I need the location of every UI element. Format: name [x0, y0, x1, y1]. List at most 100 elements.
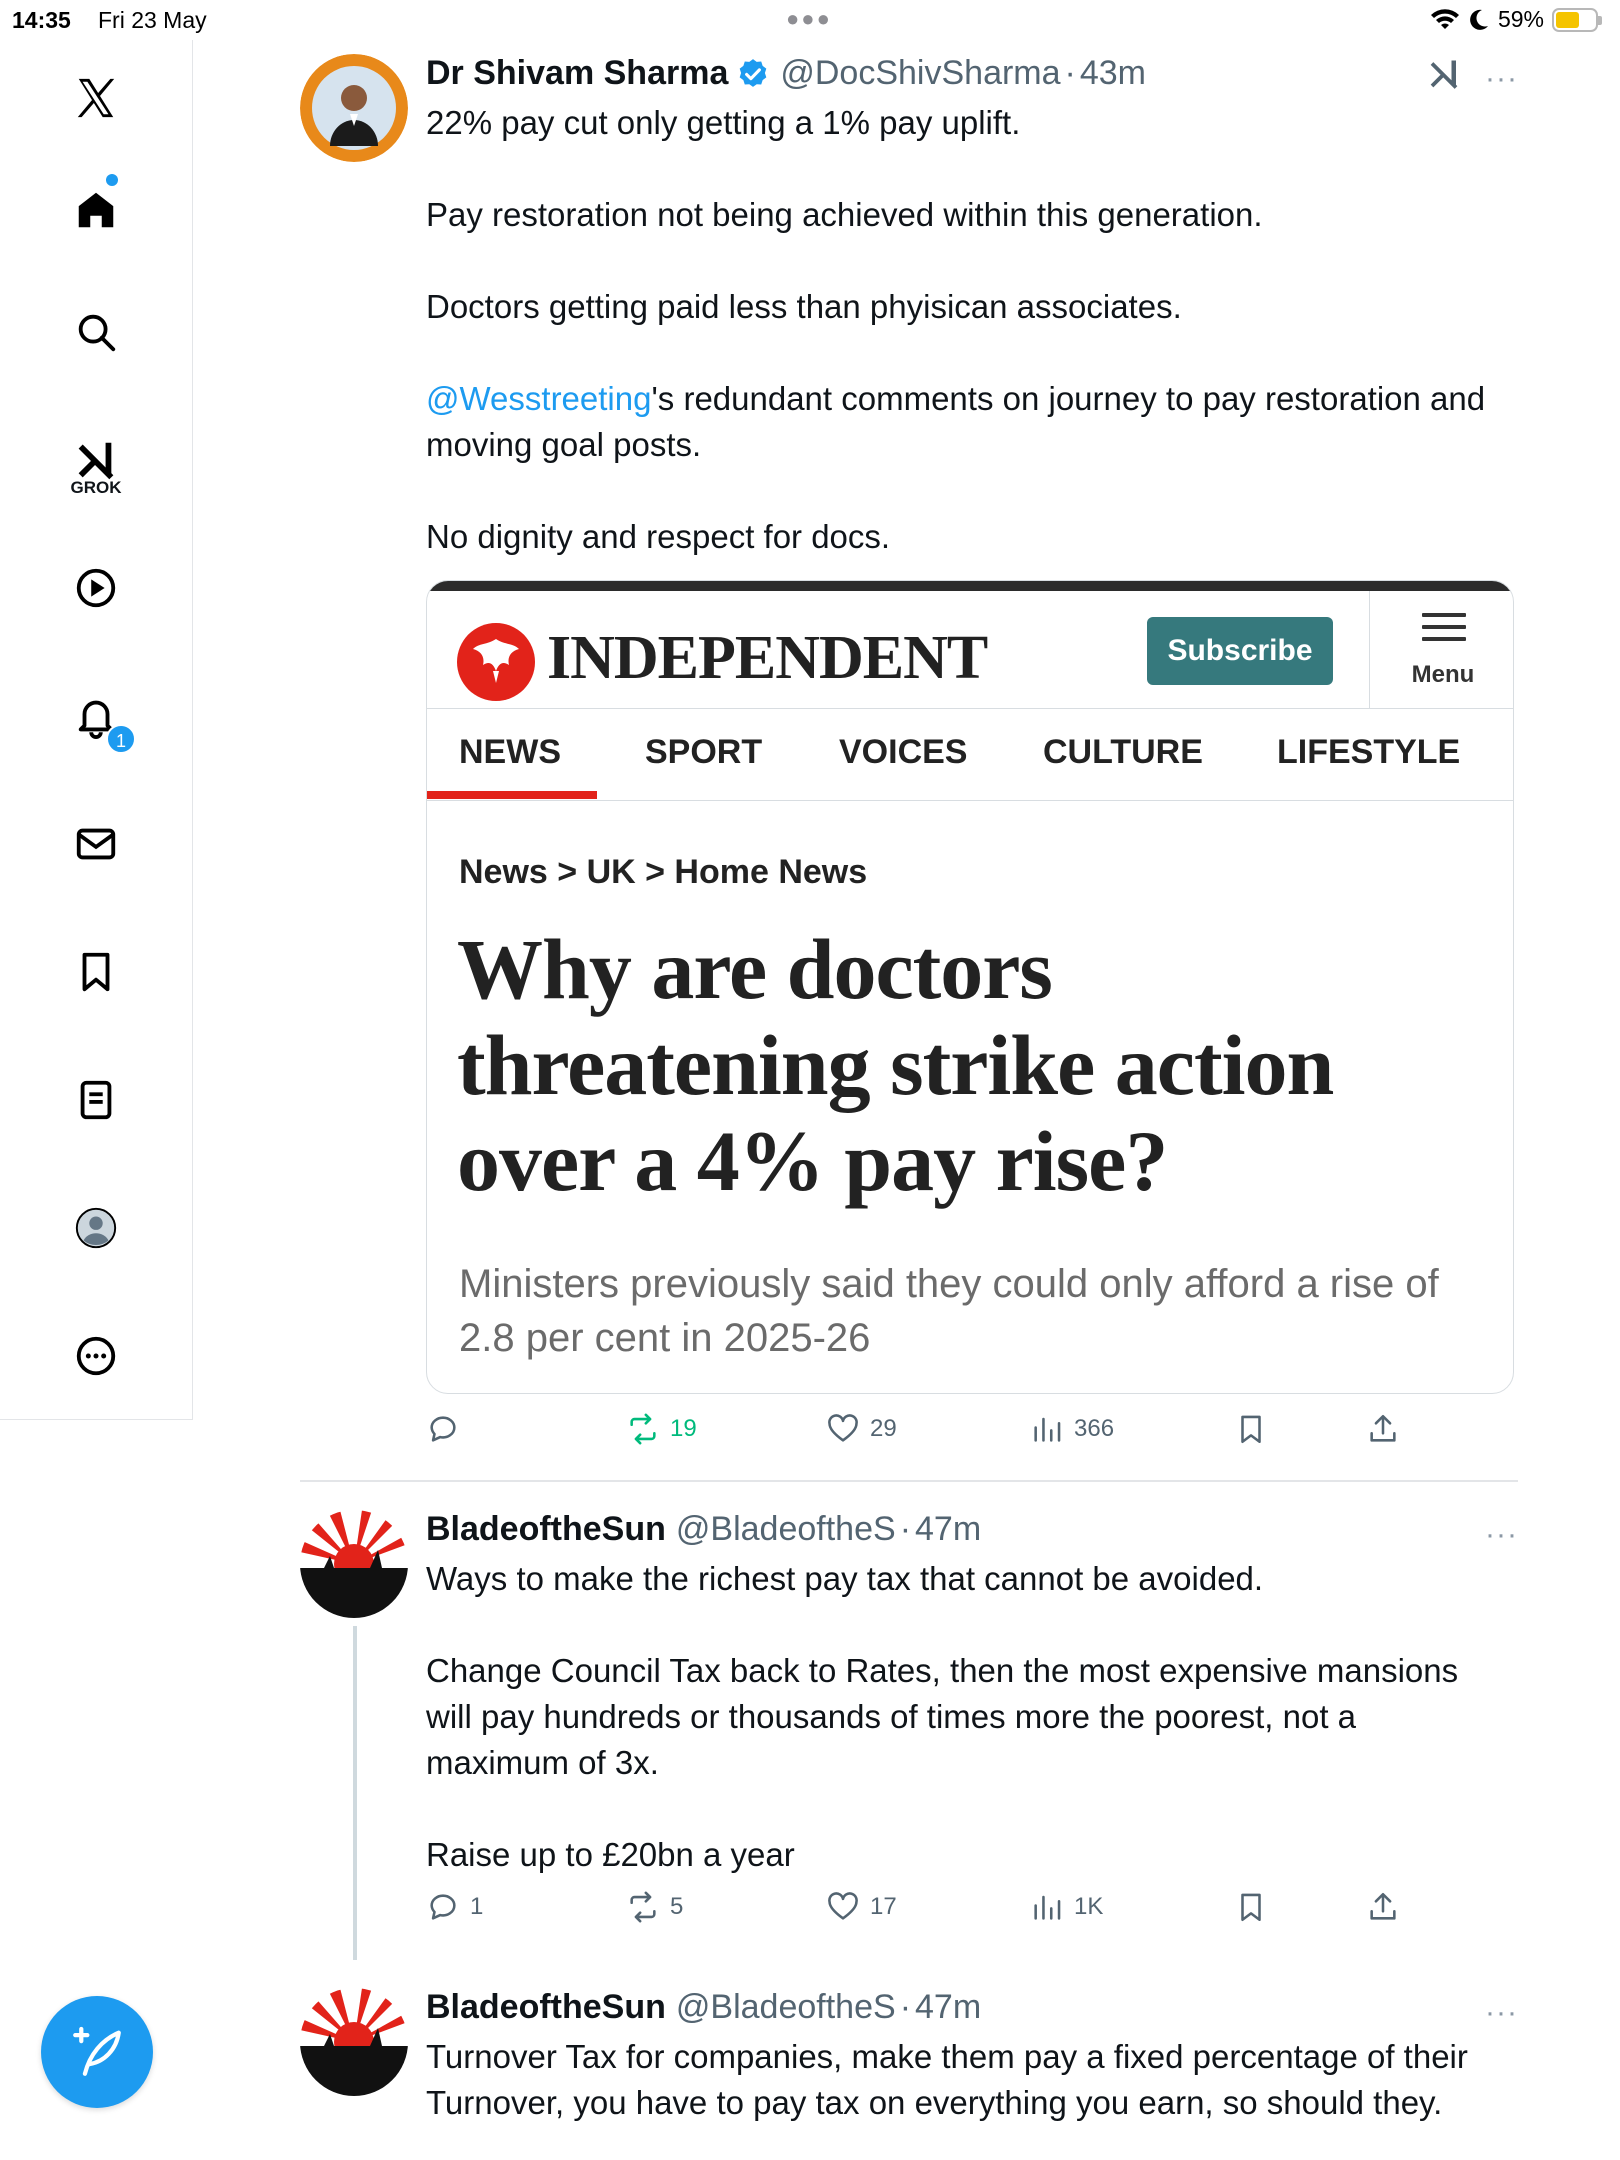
bookmark-button[interactable] [1234, 1412, 1268, 1446]
grok-explain-icon[interactable] [1426, 56, 1462, 92]
repost-button[interactable]: 19 [626, 1412, 697, 1446]
avatar[interactable] [300, 1988, 408, 2096]
nav-sport[interactable]: SPORT [645, 733, 762, 772]
tweet-line: Ways to make the richest pay tax that ca… [426, 1560, 1264, 1597]
article-standfirst: Ministers previously said they could onl… [459, 1262, 1439, 1360]
author-handle[interactable]: @DocShivSharma [780, 54, 1060, 93]
more-icon[interactable] [64, 1324, 128, 1388]
nav-culture[interactable]: CULTURE [1043, 733, 1203, 772]
avatar[interactable] [300, 1510, 408, 1618]
tweet-text: 22% pay cut only getting a 1% pay uplift… [426, 100, 1486, 560]
post-time[interactable]: 43m [1080, 54, 1146, 93]
status-bar: 14:35 Fri 23 May ●●● 59% [0, 0, 1620, 40]
tweet-line: Raise up to £20bn a year [426, 1836, 795, 1873]
wifi-icon [1430, 8, 1459, 29]
eagle-logo-icon [457, 623, 535, 701]
feather-plus-icon [73, 2026, 121, 2076]
profile-icon[interactable] [64, 1196, 128, 1260]
battery-icon [1552, 7, 1602, 32]
reply-icon [430, 1894, 456, 1920]
like-count: 29 [870, 1415, 897, 1442]
bookmark-icon[interactable] [64, 940, 128, 1004]
menu-button[interactable]: Menu [1369, 591, 1513, 709]
separator-dot: · [899, 1510, 912, 1548]
publication-name: INDEPENDENT [547, 624, 988, 692]
home-notification-dot [106, 174, 118, 186]
compose-post-button[interactable] [41, 1996, 153, 2108]
nav-voices[interactable]: VOICES [839, 733, 967, 772]
tweet[interactable]: BladeoftheSun @BladeoftheS · 47m ··· Way… [300, 1510, 1518, 1930]
heart-icon [828, 1892, 858, 1920]
tweet-line: @Wesstreeting's redundant comments on jo… [426, 376, 1486, 468]
post-time[interactable]: 47m [915, 1988, 981, 2027]
heart-icon [828, 1414, 858, 1442]
tweet-line: Pay restoration not being achieved withi… [426, 196, 1263, 233]
mail-icon[interactable] [64, 812, 128, 876]
views-button[interactable]: 366 [1030, 1412, 1114, 1446]
tweet-line: No dignity and respect for docs. [426, 518, 891, 555]
post-time[interactable]: 47m [915, 1510, 981, 1549]
clock: 14:35 [12, 7, 71, 33]
repost-icon [630, 1891, 656, 1923]
tweet[interactable]: BladeoftheSun @BladeoftheS · 47m ··· Tur… [300, 1988, 1518, 2160]
nav-lifestyle[interactable]: LIFESTYLE [1277, 733, 1460, 772]
like-button[interactable]: 29 [826, 1412, 897, 1446]
more-options-icon[interactable]: ··· [1485, 1518, 1518, 1552]
author-handle[interactable]: @BladeoftheS [676, 1988, 896, 2027]
tweet-line: 22% pay cut only getting a 1% pay uplift… [426, 104, 1021, 141]
reply-button[interactable]: 1 [426, 1890, 483, 1924]
multitasking-dots-icon[interactable]: ●●● [786, 6, 832, 32]
battery-percent: 59% [1497, 6, 1544, 32]
subscribe-button[interactable]: Subscribe [1147, 617, 1333, 685]
menu-label: Menu [1411, 661, 1475, 688]
hamburger-icon [1422, 613, 1466, 649]
search-icon[interactable] [64, 300, 128, 364]
more-options-icon[interactable]: ··· [1485, 62, 1518, 96]
article-headline: Why are doctors threatening strike actio… [457, 921, 1334, 1209]
author-handle[interactable]: @BladeoftheS [676, 1510, 896, 1549]
tweet-text: Turnover Tax for companies, make them pa… [426, 2034, 1486, 2126]
tweet-line: Change Council Tax back to Rates, then t… [426, 1652, 1459, 1781]
views-button[interactable]: 1K [1030, 1890, 1103, 1924]
sidebar: GROK 1 [0, 40, 193, 1420]
tweet-text: Ways to make the richest pay tax that ca… [426, 1556, 1486, 1878]
tweet-actions: 1 5 17 1K [426, 1890, 1526, 1934]
x-logo-icon[interactable] [64, 66, 128, 130]
tweet-actions: 19 29 366 [426, 1412, 1526, 1456]
more-options-icon[interactable]: ··· [1485, 1996, 1518, 2030]
analytics-icon [1034, 1417, 1061, 1442]
view-count: 366 [1074, 1415, 1115, 1442]
author-name[interactable]: BladeoftheSun [426, 1510, 666, 1549]
video-icon[interactable] [64, 556, 128, 620]
tweet-divider [300, 1480, 1518, 1482]
repost-count: 5 [670, 1893, 684, 1920]
reply-button[interactable] [426, 1412, 470, 1446]
tweet-line: Turnover Tax for companies, make them pa… [426, 2038, 1468, 2121]
like-button[interactable]: 17 [826, 1890, 897, 1924]
active-tab-underline [427, 791, 597, 799]
share-icon [1370, 1892, 1396, 1920]
tweet-line: Doctors getting paid less than phyisican… [426, 288, 1182, 325]
link-preview-card[interactable]: INDEPENDENT Subscribe Menu NEWS SPORT VO… [426, 580, 1514, 1394]
repost-icon [630, 1413, 656, 1445]
nav-news[interactable]: NEWS [459, 733, 561, 772]
repost-button[interactable]: 5 [626, 1890, 683, 1924]
grok-label: GROK [70, 478, 122, 497]
share-button[interactable] [1366, 1890, 1400, 1924]
publication-header: INDEPENDENT Subscribe Menu [427, 591, 1513, 709]
moon-icon [1470, 9, 1488, 30]
avatar[interactable] [300, 54, 408, 162]
author-name[interactable]: Dr Shivam Sharma [426, 54, 728, 93]
card-top-bar [427, 581, 1513, 591]
share-icon [1370, 1414, 1396, 1442]
analytics-icon [1034, 1895, 1061, 1920]
author-name[interactable]: BladeoftheSun [426, 1988, 666, 2027]
share-button[interactable] [1366, 1412, 1400, 1446]
verified-badge-icon [740, 58, 767, 87]
mention-link[interactable]: @Wesstreeting [426, 380, 651, 417]
breadcrumb: News > UK > Home News [459, 853, 868, 891]
bookmark-button[interactable] [1234, 1890, 1268, 1924]
home-icon[interactable] [64, 178, 128, 242]
lists-icon[interactable] [64, 1068, 128, 1132]
bookmark-icon [1241, 1893, 1261, 1922]
